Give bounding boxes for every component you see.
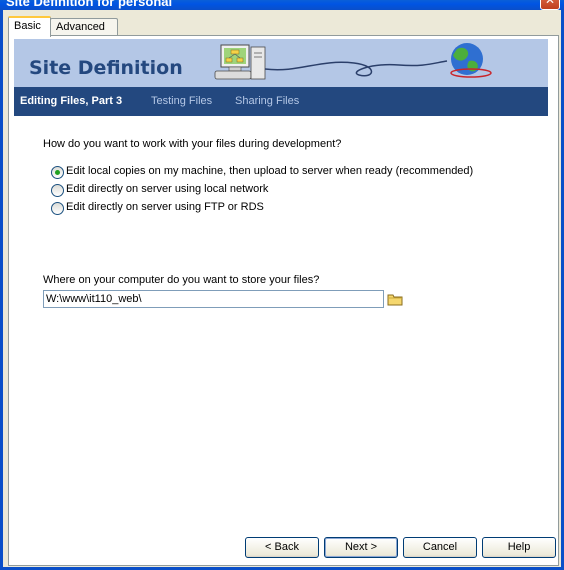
work-mode-question: How do you want to work with your files … — [43, 138, 342, 150]
next-button[interactable]: Next > — [324, 537, 398, 558]
help-button[interactable]: Help — [482, 537, 556, 558]
banner: Site Definition — [14, 39, 548, 87]
tab-basic[interactable]: Basic — [8, 16, 51, 37]
radio-label[interactable]: Edit directly on server using local netw… — [66, 183, 268, 195]
back-button[interactable]: < Back — [245, 537, 319, 558]
window-frame-left — [0, 10, 3, 570]
title-bar: Site Definition for personal ✕ — [0, 0, 564, 10]
step-current: Editing Files, Part 3 — [20, 95, 123, 107]
cancel-button[interactable]: Cancel — [403, 537, 477, 558]
step-sharing-files: Sharing Files — [235, 95, 300, 107]
radio-button[interactable] — [51, 166, 64, 179]
basic-tab-panel: Site Definition Editing Files, Part 3 Te… — [8, 35, 559, 566]
wizard-steps-bar: Editing Files, Part 3 Testing Files Shar… — [14, 87, 548, 116]
radio-button[interactable] — [51, 184, 64, 197]
computer-network-globe-icon — [214, 43, 492, 80]
radio-label[interactable]: Edit directly on server using FTP or RDS — [66, 201, 264, 213]
folder-browse-icon[interactable] — [387, 292, 403, 306]
banner-title: Site Definition — [29, 57, 183, 79]
step-testing-files: Testing Files — [151, 95, 213, 107]
window-title: Site Definition for personal — [6, 0, 173, 9]
folder-question: Where on your computer do you want to st… — [43, 274, 320, 286]
folder-path-input[interactable]: W:\www\it110_web\ — [43, 290, 384, 308]
radio-label[interactable]: Edit local copies on my machine, then up… — [66, 165, 473, 177]
tab-advanced[interactable]: Advanced — [50, 18, 118, 35]
radio-button[interactable] — [51, 202, 64, 215]
close-icon[interactable]: ✕ — [540, 0, 560, 10]
